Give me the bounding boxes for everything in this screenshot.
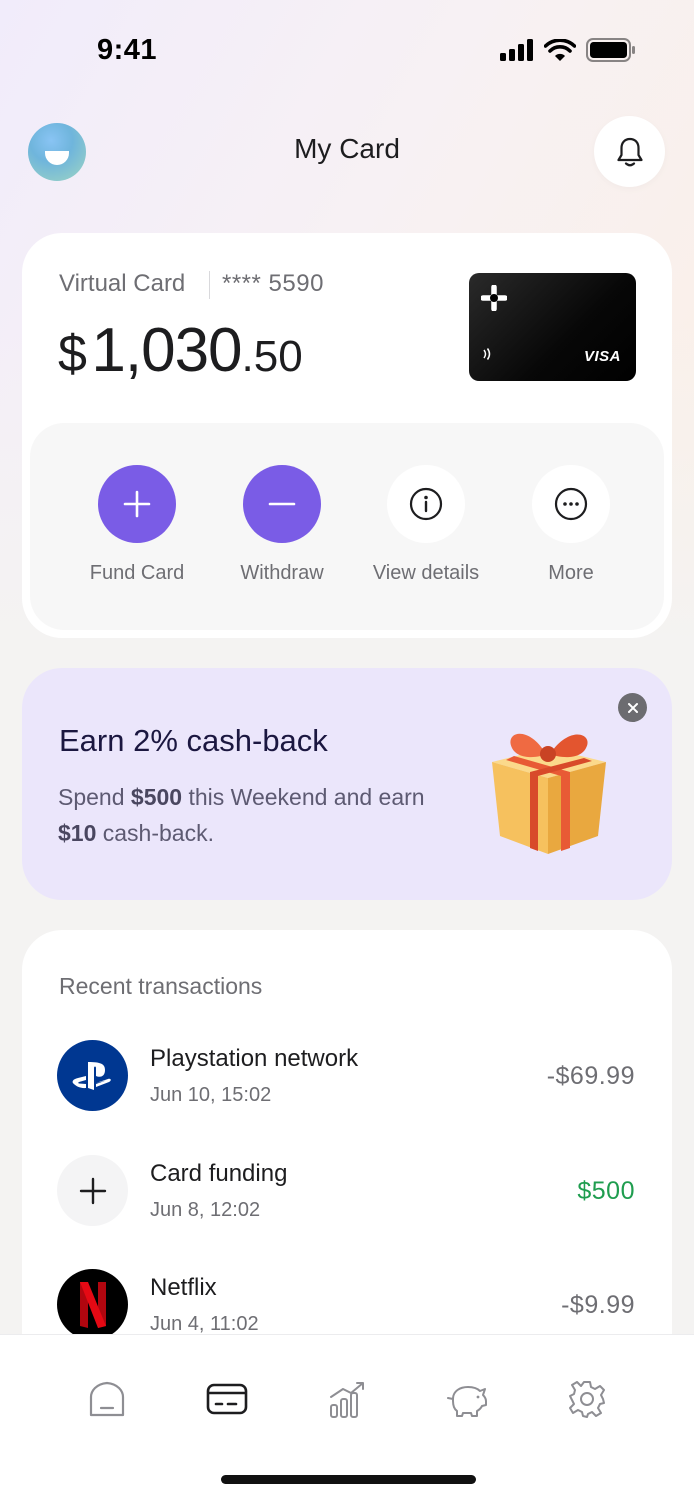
balance-currency: $ — [58, 325, 87, 383]
status-icons — [500, 38, 636, 62]
more-label: More — [548, 562, 594, 584]
more-circle[interactable] — [532, 465, 610, 543]
page-title: My Card — [294, 133, 400, 164]
visa-logo: VISA — [583, 348, 621, 365]
promo-text-part: cash-back. — [96, 820, 214, 846]
close-promo-button[interactable] — [618, 693, 647, 722]
card-panel: Virtual Card **** 5590 $ 1,030.50 VISA F… — [22, 233, 672, 638]
transaction-amount: -$9.99 — [561, 1291, 635, 1319]
promo-text-part: Spend — [58, 784, 131, 810]
piggy-bank-icon — [447, 1386, 487, 1417]
card-logo-icon — [481, 285, 507, 311]
view-details-label: View details — [372, 562, 480, 584]
nav-card[interactable] — [203, 1375, 251, 1423]
transaction-row[interactable]: Playstation network Jun 10, 15:02 -$69.9… — [22, 1040, 672, 1130]
withdraw-circle[interactable] — [243, 465, 321, 543]
promo-title: Earn 2% cash-back — [59, 723, 328, 758]
contactless-icon — [483, 348, 491, 360]
gift-icon — [492, 733, 606, 854]
transaction-name: Netflix — [150, 1274, 217, 1301]
withdraw-label: Withdraw — [240, 562, 324, 584]
card-balance: $ 1,030.50 — [58, 315, 303, 386]
fund-card-circle[interactable] — [98, 465, 176, 543]
promo-amount: $500 — [130, 784, 183, 810]
transactions-heading: Recent transactions — [59, 973, 263, 999]
card-number: **** 5590 — [222, 270, 324, 297]
view-details-circle[interactable] — [387, 465, 465, 543]
promo-amount: $10 — [58, 820, 97, 846]
card-type-label: Virtual Card — [59, 270, 186, 297]
nav-settings[interactable] — [563, 1375, 611, 1423]
nav-savings[interactable] — [443, 1375, 491, 1423]
notifications-button[interactable] — [594, 116, 665, 187]
card-actions: Fund Card Withdraw View details More — [30, 423, 664, 630]
transaction-name: Playstation network — [150, 1045, 359, 1072]
transaction-date: Jun 8, 12:02 — [150, 1199, 261, 1221]
transaction-row[interactable]: Card funding Jun 8, 12:02 $500 — [22, 1155, 672, 1245]
more-button[interactable]: More — [506, 465, 636, 585]
playstation-logo-icon — [57, 1040, 128, 1111]
home-icon — [89, 1381, 125, 1417]
plus-icon — [123, 490, 151, 518]
transaction-amount: -$69.99 — [546, 1062, 635, 1090]
minus-icon — [268, 502, 296, 506]
netflix-logo-icon — [57, 1269, 128, 1340]
transaction-date: Jun 4, 11:02 — [150, 1313, 259, 1335]
withdraw-button[interactable]: Withdraw — [217, 465, 347, 585]
nav-home[interactable] — [83, 1375, 131, 1423]
battery-icon — [586, 38, 635, 62]
nav-stats[interactable] — [323, 1375, 371, 1423]
settings-icon — [569, 1381, 605, 1418]
transaction-amount: $500 — [577, 1177, 635, 1205]
fund-card-label: Fund Card — [89, 562, 185, 584]
promo-text-part: this Weekend and earn — [182, 784, 425, 810]
info-icon — [409, 487, 443, 521]
plus-icon — [57, 1155, 128, 1226]
promo-banner[interactable]: Earn 2% cash-back Spend $500 this Weeken… — [22, 668, 672, 900]
transaction-name: Card funding — [150, 1160, 288, 1187]
wifi-icon — [544, 38, 576, 61]
transaction-date: Jun 10, 15:02 — [150, 1084, 272, 1106]
divider — [209, 271, 210, 299]
promo-description: Spend $500 this Weekend and earn $10 cas… — [58, 779, 458, 851]
home-indicator[interactable] — [221, 1475, 476, 1484]
cellular-signal-icon — [500, 39, 533, 61]
status-time: 9:41 — [97, 34, 158, 66]
card-thumbnail[interactable]: VISA — [469, 273, 636, 381]
fund-card-button[interactable]: Fund Card — [72, 465, 202, 585]
card-icon — [206, 1383, 248, 1415]
stats-icon — [330, 1382, 364, 1418]
more-icon — [554, 487, 588, 521]
close-icon — [627, 702, 638, 713]
balance-integer: 1,030 — [91, 316, 242, 385]
balance-decimal: .50 — [241, 332, 303, 381]
view-details-button[interactable]: View details — [361, 465, 491, 585]
bell-icon — [616, 137, 643, 166]
